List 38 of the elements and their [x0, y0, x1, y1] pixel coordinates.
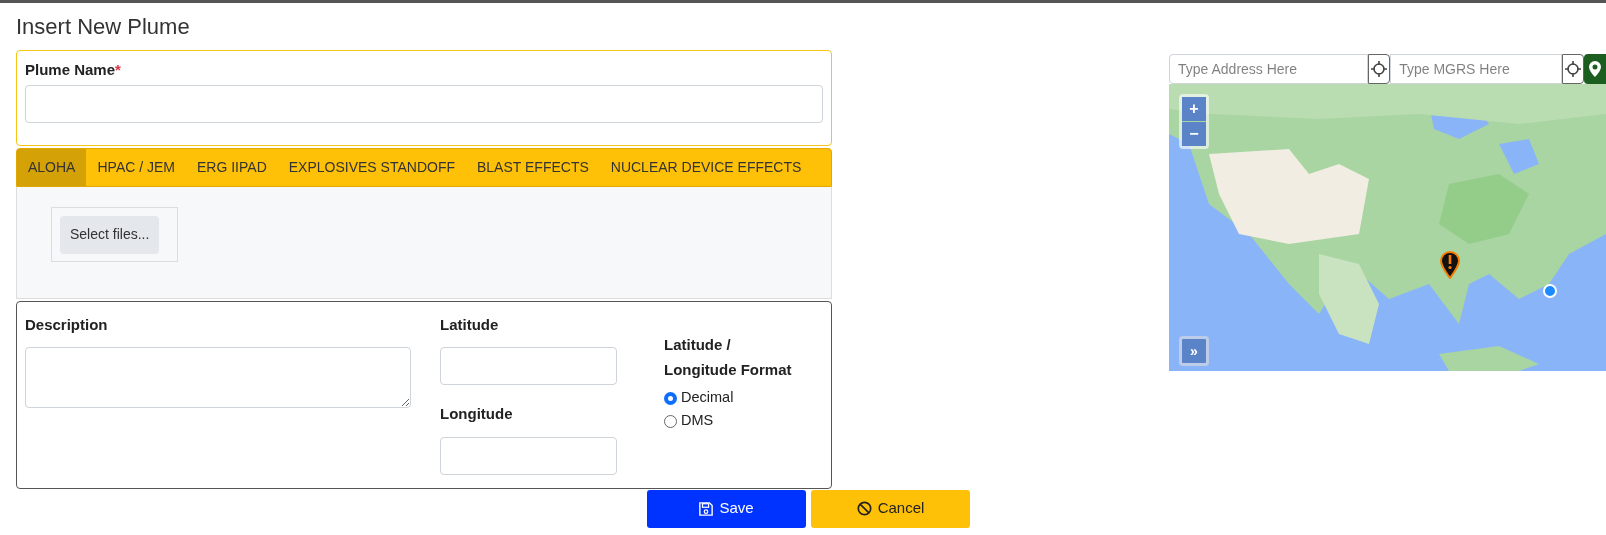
tab[interactable]: ALOHA [17, 148, 87, 186]
field-label: Description [25, 314, 108, 335]
radio-label: DMS [681, 411, 714, 431]
crosshair-icon [1565, 61, 1582, 77]
plume-name-input[interactable] [25, 84, 823, 123]
cancel-button[interactable]: Cancel [811, 489, 970, 528]
field-label: Latitude / Longitude Format [664, 334, 793, 380]
tab[interactable]: HPAC / JEM [86, 148, 186, 186]
address-field[interactable]: Type Address Here [1169, 54, 1368, 84]
zoom-out-button[interactable]: − [1182, 122, 1206, 146]
tab[interactable]: NUCLEAR DEVICE EFFECTS [599, 148, 813, 186]
expand-button[interactable]: » [1179, 336, 1209, 366]
location-dot-icon [1543, 284, 1557, 298]
alert-marker-icon [1440, 251, 1460, 279]
save-button[interactable]: Save [647, 489, 806, 528]
locate-button[interactable] [1368, 54, 1391, 84]
select-files-button[interactable]: Select files... [60, 215, 160, 254]
zoom-in-button[interactable]: + [1182, 97, 1206, 121]
map-pin-icon [1589, 61, 1602, 77]
radio-button[interactable] [664, 414, 677, 428]
mgrs-field[interactable]: Type MGRS Here [1390, 54, 1563, 84]
page-title: Insert New Plume [16, 13, 190, 41]
crosshair-icon [1371, 61, 1388, 77]
tab[interactable]: BLAST EFFECTS [466, 148, 600, 186]
radio-button[interactable] [664, 391, 677, 405]
save-icon [699, 501, 714, 516]
radio-label: Decimal [681, 388, 734, 408]
latitude-input[interactable] [440, 347, 617, 385]
longitude-input[interactable] [440, 436, 617, 475]
locate-button[interactable] [1562, 54, 1585, 84]
description-input[interactable] [25, 347, 411, 408]
pin-button[interactable] [1584, 54, 1606, 84]
field-label: Latitude [440, 314, 499, 335]
tab[interactable]: EXPLOSIVES STANDOFF [277, 148, 466, 186]
field-label: Plume Name* [25, 60, 121, 80]
field-label: Longitude [440, 404, 513, 424]
prohibited-icon [856, 501, 872, 516]
tab[interactable]: ERG IIPAD [186, 148, 278, 186]
